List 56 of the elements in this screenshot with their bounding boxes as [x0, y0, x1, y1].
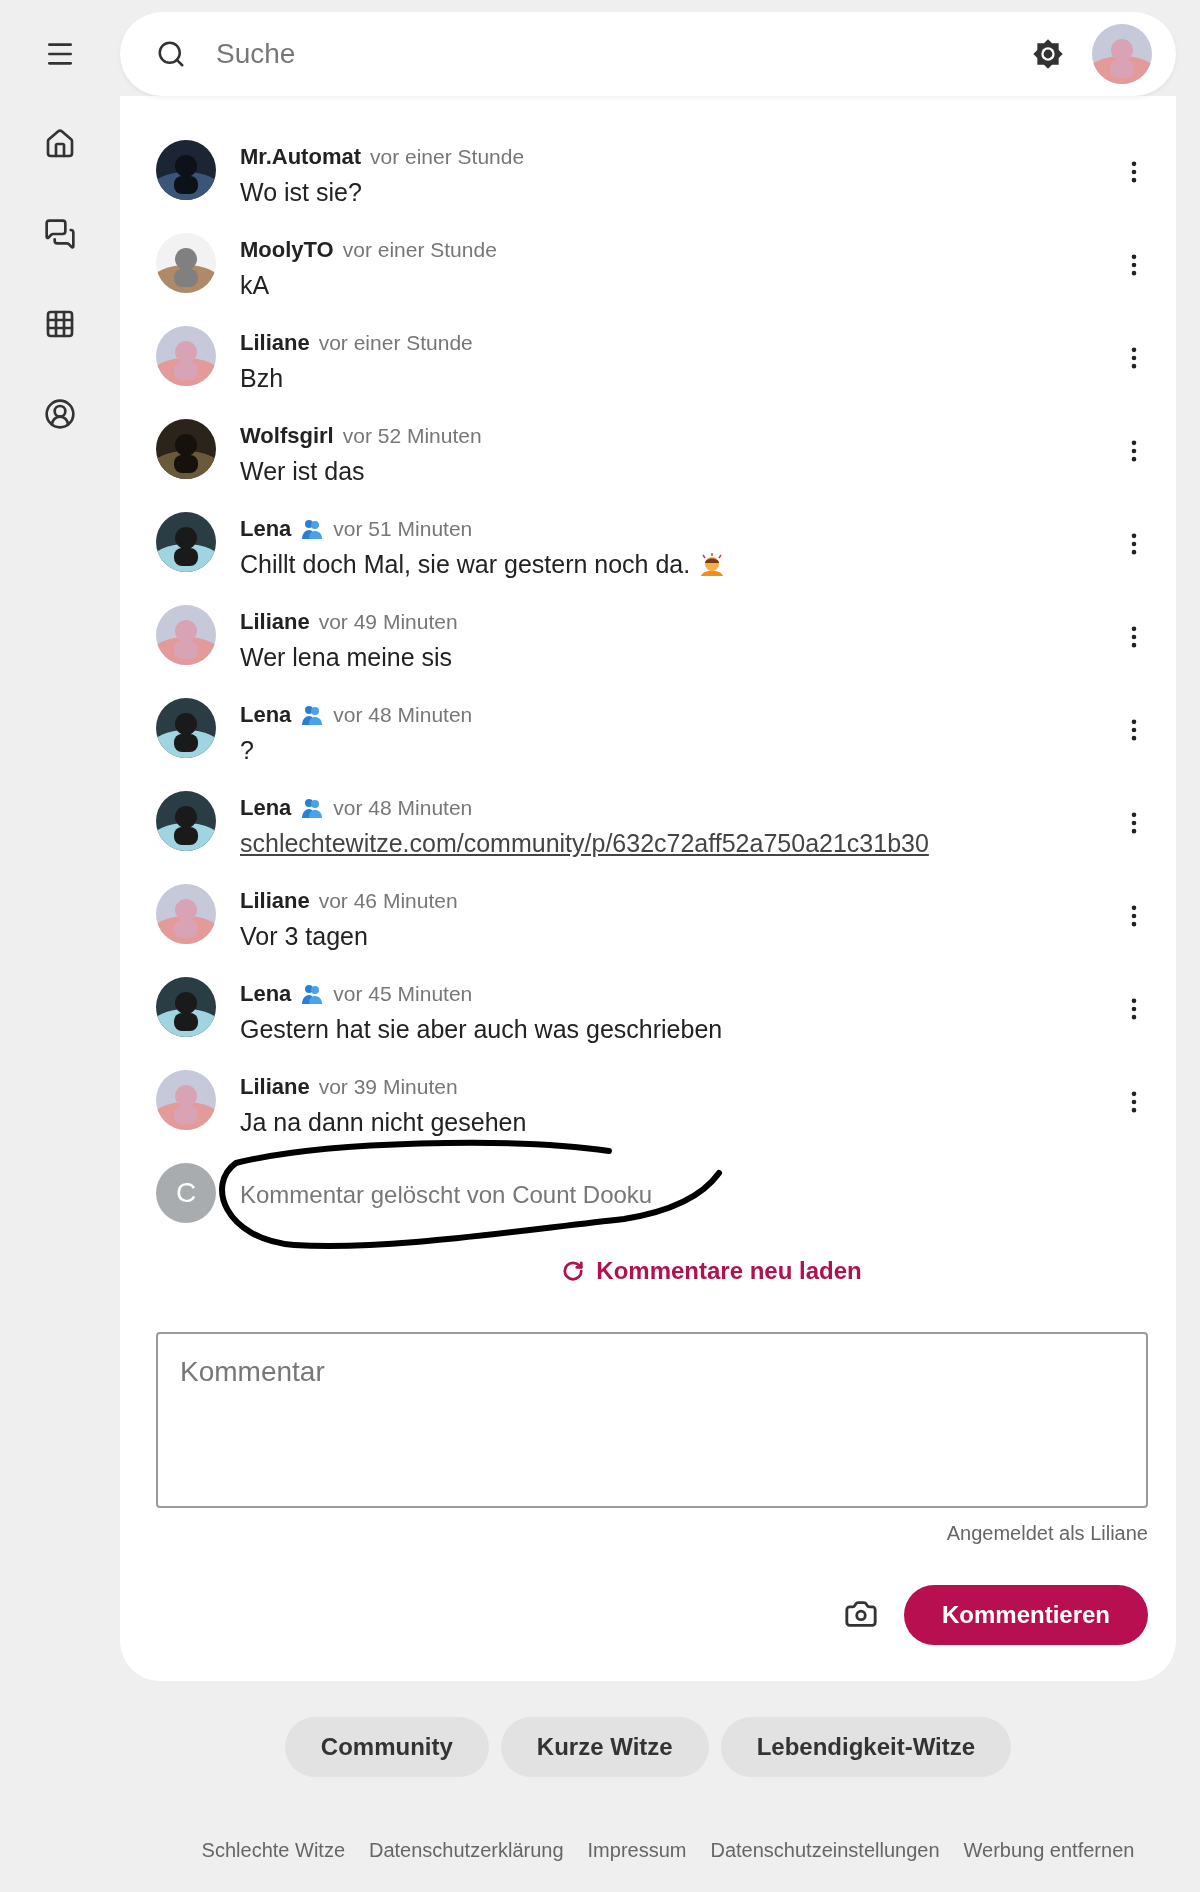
comment-time: vor einer Stunde	[342, 238, 497, 262]
footer-link[interactable]: Datenschutzeinstellungen	[710, 1839, 940, 1862]
comment-time: vor 46 Minuten	[318, 889, 458, 913]
category-chip[interactable]: Lebendigkeit-Witze	[720, 1717, 1012, 1777]
home-icon[interactable]	[44, 128, 76, 160]
author-name: Mr.Automat	[240, 144, 361, 170]
author-name: Wolfsgirl	[240, 423, 334, 449]
comment-time: vor 48 Minuten	[333, 796, 473, 820]
comment-time: vor einer Stunde	[370, 145, 525, 169]
comment-time: vor 45 Minuten	[333, 982, 473, 1006]
comment-field[interactable]: Kommentar	[156, 1332, 1148, 1508]
search-icon[interactable]	[156, 39, 186, 69]
chat-icon[interactable]	[44, 218, 76, 250]
comment-text: Wer ist das	[240, 457, 365, 486]
footer-link[interactable]: Schlechte Witze	[201, 1839, 345, 1862]
comment-text: ?	[240, 736, 254, 765]
comment-time: vor 51 Minuten	[333, 517, 473, 541]
comment-time: vor einer Stunde	[318, 331, 473, 355]
comment-text: Bzh	[240, 364, 284, 393]
comment-text: Wer lena meine sis	[240, 643, 453, 672]
author-name: Lena	[240, 795, 292, 821]
author-name: Liliane	[240, 1074, 310, 1100]
comment-text: Vor 3 tagen	[240, 922, 368, 951]
comment-text: Chillt doch Mal, sie war gestern noch da.	[240, 550, 691, 579]
signed-in-text: Angemeldet als Liliane	[946, 1522, 1148, 1545]
avatar: C	[156, 1163, 216, 1223]
author-name: Lena	[240, 702, 292, 728]
author-name: MoolyTO	[240, 237, 334, 263]
reload-comments-button[interactable]: Kommentare neu laden	[556, 1256, 868, 1286]
brightness-icon[interactable]	[1032, 38, 1064, 70]
search-field[interactable]: Suche	[214, 37, 1004, 71]
author-name: Liliane	[240, 330, 310, 356]
footer-link[interactable]: Impressum	[587, 1839, 687, 1862]
comment-time: vor 48 Minuten	[333, 703, 473, 727]
comment-text: kA	[240, 271, 270, 300]
search-bar[interactable]: Suche	[120, 12, 1176, 96]
comment-text: Wo ist sie?	[240, 178, 362, 207]
refresh-icon	[562, 1260, 585, 1282]
author-name: Liliane	[240, 888, 310, 914]
author-name: Liliane	[240, 609, 310, 635]
comment-time: vor 39 Minuten	[318, 1075, 458, 1099]
author-name: Lena	[240, 981, 292, 1007]
apps-icon[interactable]	[44, 308, 76, 340]
footer-link[interactable]: Werbung entfernen	[963, 1839, 1135, 1862]
category-chip[interactable]: Community	[284, 1717, 489, 1777]
author-name: Lena	[240, 516, 292, 542]
submit-button[interactable]: Kommentieren	[903, 1585, 1148, 1645]
category-chip[interactable]: Kurze Witze	[500, 1717, 709, 1777]
comment-time: vor 49 Minuten	[318, 610, 458, 634]
comment-text: Ja na dann nicht gesehen	[240, 1108, 527, 1137]
comment-time: vor 52 Minuten	[342, 424, 482, 448]
account-icon[interactable]	[44, 398, 76, 430]
footer-link[interactable]: Datenschutzerklärung	[369, 1839, 564, 1862]
comment-link[interactable]: schlechtewitze.com/community/p/632c72aff52a750a21c31b30	[240, 829, 929, 858]
comment-text: Gestern hat sie aber auch was geschrieben	[240, 1015, 723, 1044]
deleted-comment-text: Kommentar gelöscht von Count Dooku	[240, 1181, 654, 1209]
